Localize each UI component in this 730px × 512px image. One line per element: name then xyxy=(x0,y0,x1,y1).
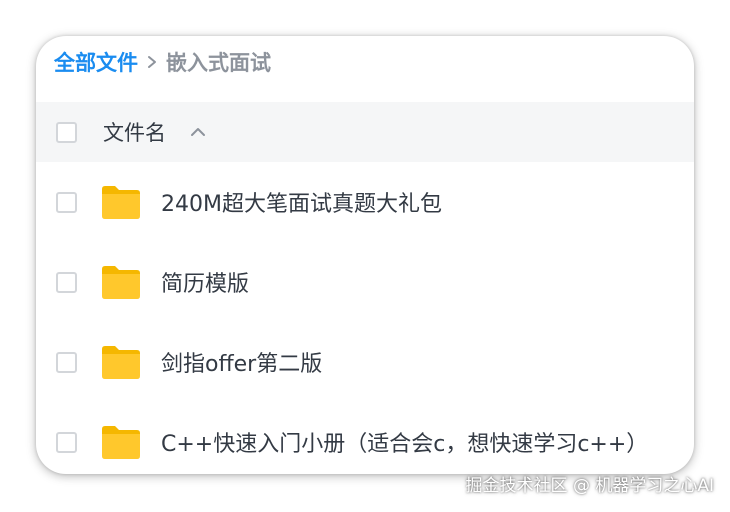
file-row[interactable]: 剑指offer第二版 xyxy=(36,322,694,402)
chevron-up-icon[interactable] xyxy=(188,122,208,142)
breadcrumb: 全部文件 嵌入式面试 xyxy=(54,46,271,78)
breadcrumb-current: 嵌入式面试 xyxy=(166,51,271,75)
folder-icon xyxy=(100,424,142,460)
watermark: 掘金技术社区 @ 机器学习之心AI xyxy=(465,476,714,496)
chevron-right-icon xyxy=(140,52,164,72)
file-name[interactable]: 简历模版 xyxy=(161,266,249,298)
folder-icon xyxy=(100,344,142,380)
file-row[interactable]: 240M超大笔面试真题大礼包 xyxy=(36,162,694,242)
row-checkbox[interactable] xyxy=(56,351,77,373)
file-browser-card: 全部文件 嵌入式面试 文件名 240M超大笔面试真题大礼包 简历模版 剑指off… xyxy=(36,36,694,474)
file-row[interactable]: 简历模版 xyxy=(36,242,694,322)
file-name[interactable]: C++快速入门小册（适合会c，想快速学习c++） xyxy=(161,426,648,458)
file-row[interactable]: C++快速入门小册（适合会c，想快速学习c++） xyxy=(36,402,694,474)
select-all-checkbox[interactable] xyxy=(56,121,77,143)
folder-icon xyxy=(100,184,142,220)
row-checkbox[interactable] xyxy=(56,431,77,453)
row-checkbox[interactable] xyxy=(56,191,77,213)
column-header-filename[interactable]: 文件名 xyxy=(103,117,166,147)
row-checkbox[interactable] xyxy=(56,271,77,293)
file-list: 240M超大笔面试真题大礼包 简历模版 剑指offer第二版 C++快速入门小册… xyxy=(36,162,694,474)
table-header: 文件名 xyxy=(36,102,694,162)
folder-icon xyxy=(100,264,142,300)
file-name[interactable]: 剑指offer第二版 xyxy=(161,346,322,378)
file-name[interactable]: 240M超大笔面试真题大礼包 xyxy=(161,186,442,218)
breadcrumb-root-link[interactable]: 全部文件 xyxy=(54,47,138,77)
